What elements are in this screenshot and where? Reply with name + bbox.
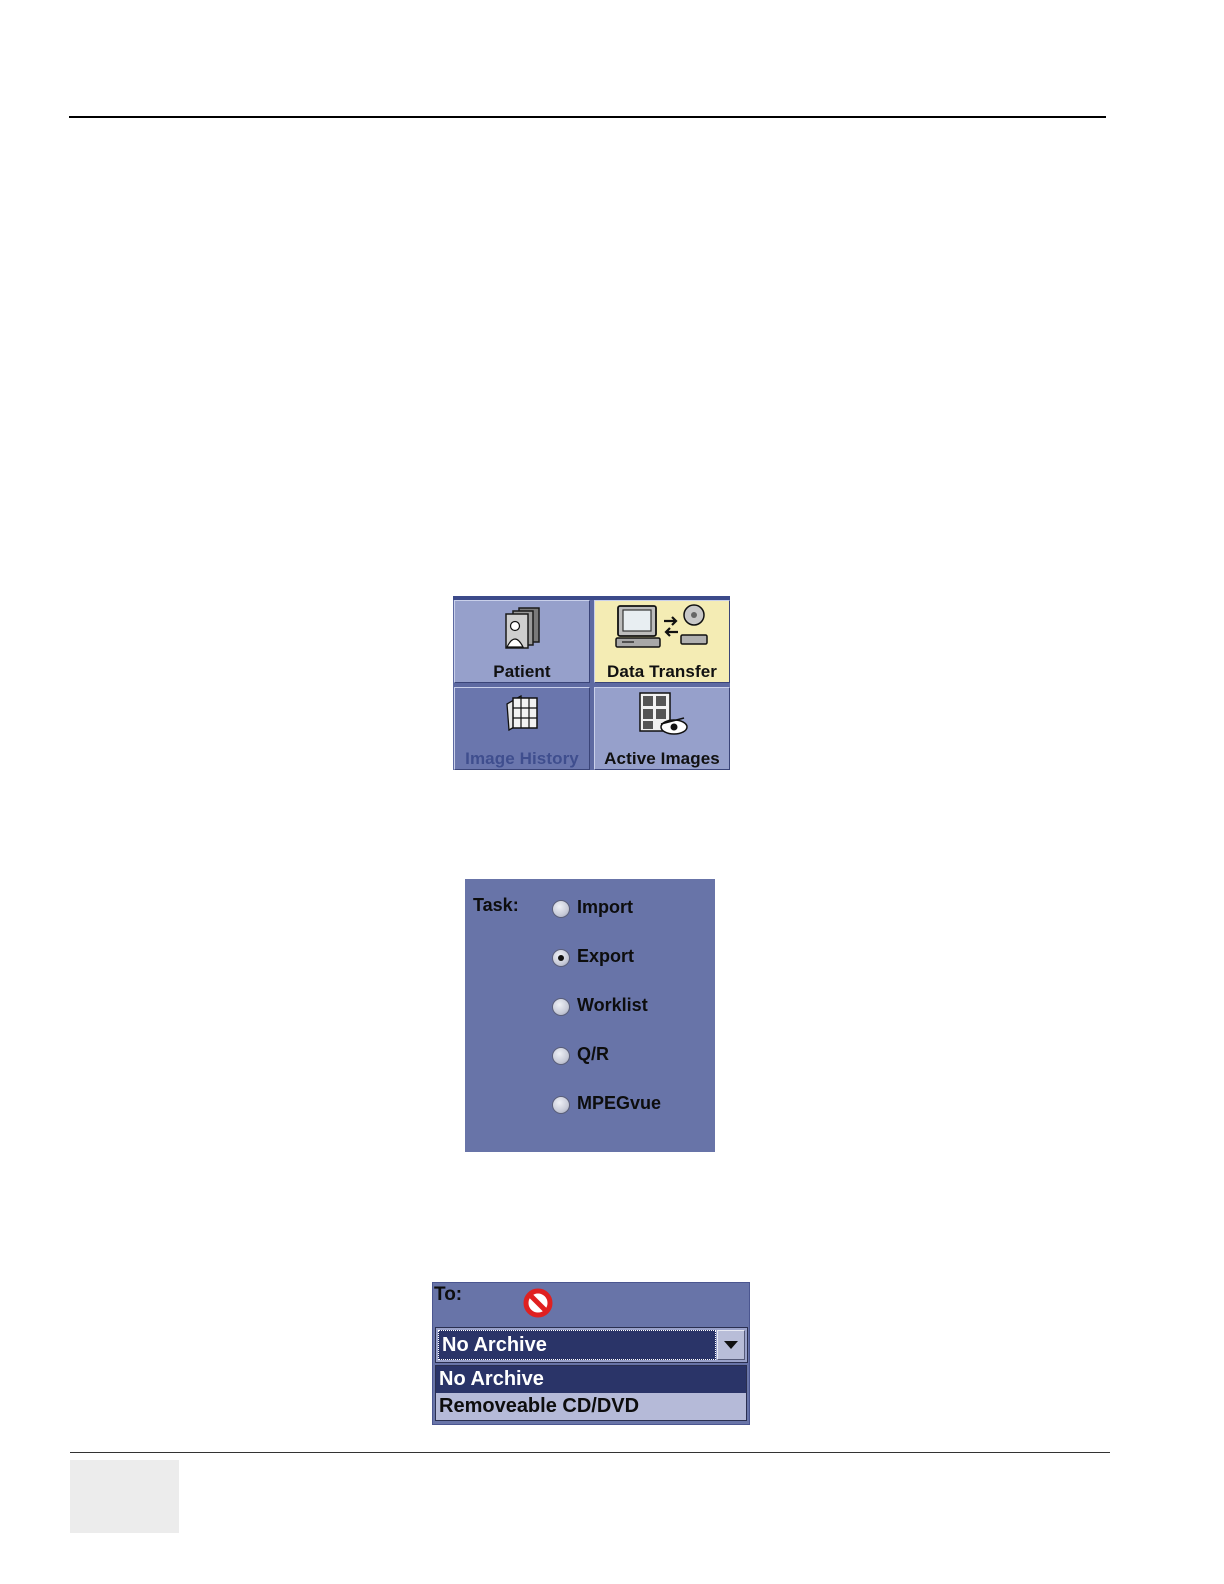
chevron-down-icon[interactable] bbox=[717, 1330, 745, 1360]
radio-button[interactable] bbox=[552, 1047, 570, 1065]
destination-dropdown[interactable]: No Archive bbox=[435, 1327, 748, 1363]
radio-button[interactable] bbox=[552, 900, 570, 918]
task-option-label: Import bbox=[577, 897, 633, 917]
task-option-label: Export bbox=[577, 946, 635, 966]
image-history-button[interactable]: Image History bbox=[454, 687, 590, 770]
task-label: Task: bbox=[473, 895, 519, 915]
task-panel: Task: Import Export Worklist Q/R MPEGvue bbox=[465, 879, 715, 1152]
destination-panel: To: No Archive No Archive Removeable CD/… bbox=[432, 1282, 750, 1425]
data-transfer-button-label: Data Transfer bbox=[607, 662, 717, 681]
image-history-icon bbox=[506, 694, 538, 732]
patient-button[interactable]: Patient bbox=[454, 600, 590, 683]
header-rule bbox=[69, 116, 1106, 118]
patient-folder-icon bbox=[505, 607, 540, 649]
destination-selected-value[interactable]: No Archive bbox=[438, 1330, 716, 1360]
active-images-button[interactable]: Active Images bbox=[594, 687, 730, 770]
to-label: To: bbox=[434, 1284, 463, 1305]
image-history-button-label: Image History bbox=[465, 749, 579, 768]
active-images-icon bbox=[639, 692, 688, 735]
task-option-label: Worklist bbox=[577, 995, 648, 1015]
data-transfer-button[interactable]: Data Transfer bbox=[594, 600, 730, 683]
option-no-archive[interactable]: No Archive bbox=[436, 1366, 746, 1393]
radio-selected-dot bbox=[558, 955, 564, 961]
destination-option-list: No Archive Removeable CD/DVD bbox=[435, 1365, 747, 1421]
task-option-label: MPEGvue bbox=[577, 1093, 662, 1113]
radio-button-selected[interactable] bbox=[552, 949, 570, 967]
footer-rule bbox=[70, 1452, 1110, 1453]
data-transfer-icon bbox=[615, 604, 708, 648]
tab-button-panel: Patient Data Transfer Image History Acti… bbox=[453, 596, 730, 770]
patient-button-label: Patient bbox=[493, 662, 551, 681]
no-entry-icon bbox=[523, 1288, 553, 1318]
footer-box bbox=[70, 1460, 179, 1533]
task-option-label: Q/R bbox=[577, 1044, 610, 1064]
radio-button[interactable] bbox=[552, 1096, 570, 1114]
option-removeable-cd-dvd[interactable]: Removeable CD/DVD bbox=[436, 1393, 746, 1420]
active-images-button-label: Active Images bbox=[604, 749, 720, 768]
radio-button[interactable] bbox=[552, 998, 570, 1016]
